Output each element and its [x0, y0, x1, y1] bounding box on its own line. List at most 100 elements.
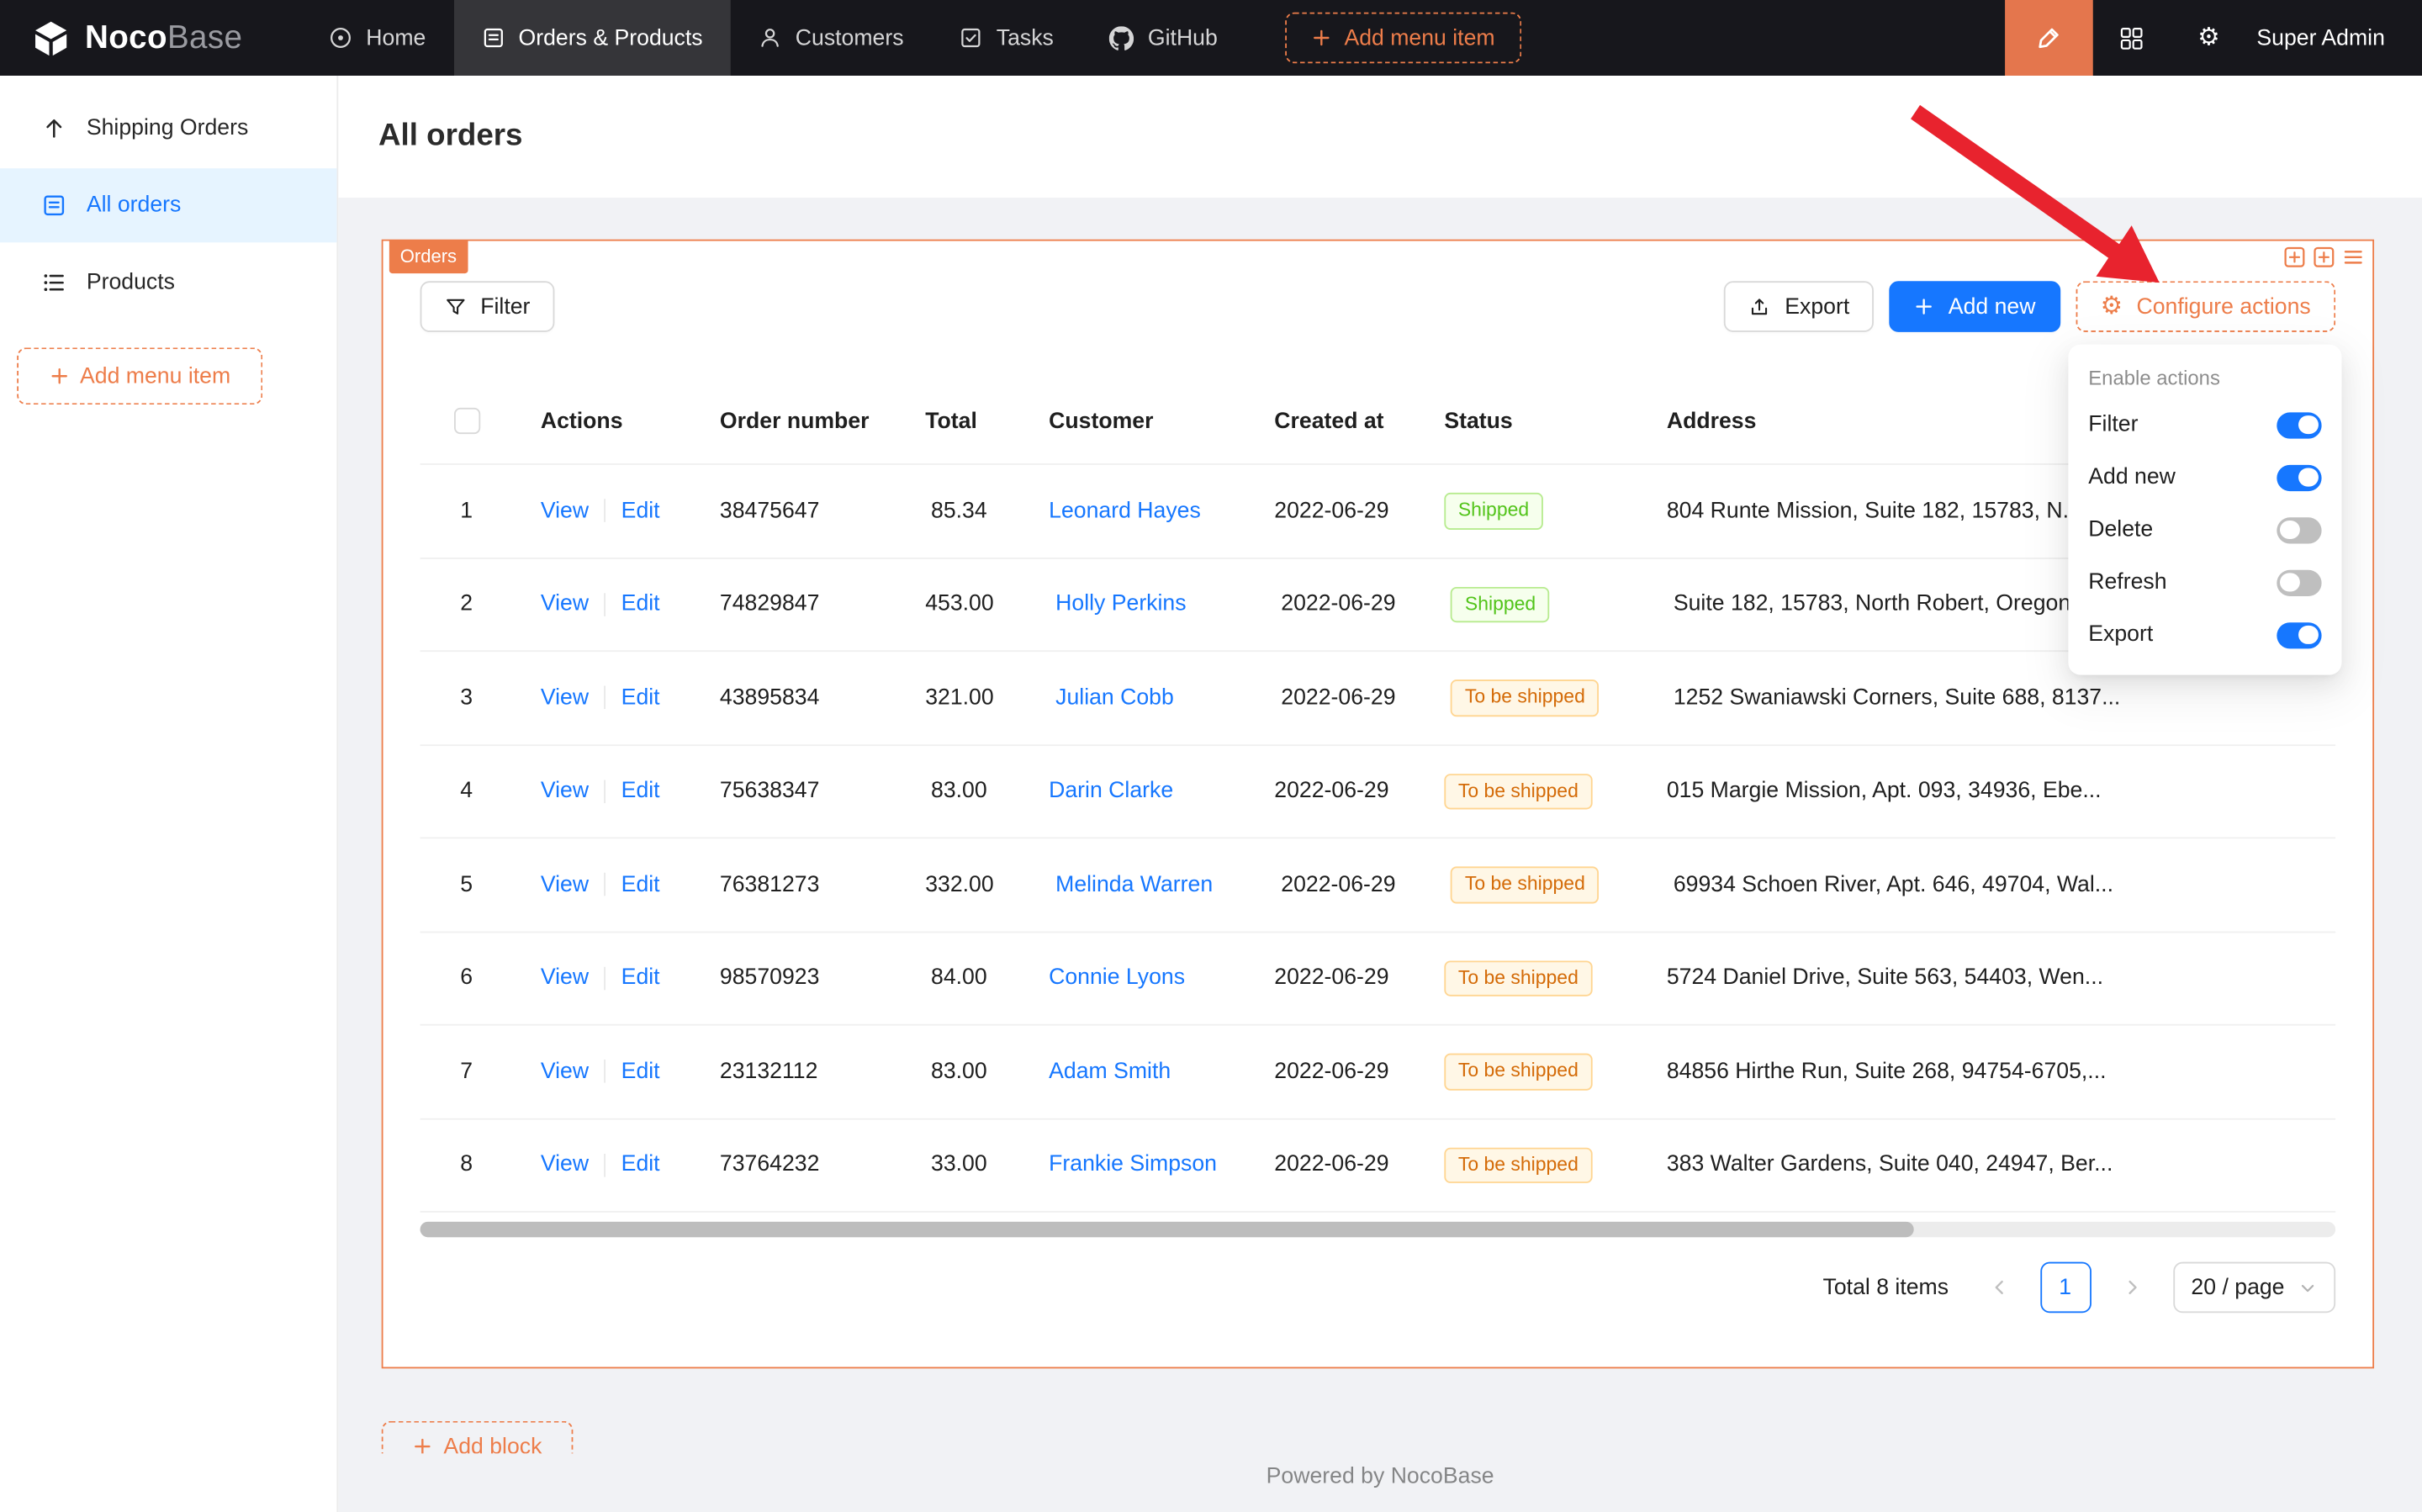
customer-link[interactable]: Frankie Simpson [1049, 1153, 1217, 1177]
table-row: 8ViewEdit7376423233.00Frankie Simpson202… [420, 1119, 2336, 1213]
nav-item-github[interactable]: GitHub [1081, 0, 1245, 76]
toggle-export[interactable] [2277, 621, 2321, 648]
configure-actions-button[interactable]: ⚙ Configure actions [2076, 281, 2335, 332]
dropdown-title: Enable actions [2068, 355, 2341, 398]
view-link[interactable]: View [541, 872, 589, 896]
customer-link[interactable]: Holly Perkins [1055, 592, 1186, 616]
sidebar-item-products[interactable]: Products [0, 246, 336, 320]
customer-link[interactable]: Connie Lyons [1049, 965, 1185, 990]
orders-icon [481, 26, 505, 50]
enable-action-row-add-new: Add new [2068, 451, 2341, 503]
prev-page-button[interactable] [1973, 1262, 2024, 1314]
cell-order-number: 38475647 [720, 499, 925, 523]
cell-customer: Connie Lyons [1049, 965, 1274, 990]
gear-icon: ⚙ [2197, 24, 2219, 50]
customer-link[interactable]: Darin Clarke [1049, 779, 1173, 803]
enable-action-row-refresh: Refresh [2068, 556, 2341, 608]
view-link[interactable]: View [541, 1060, 589, 1084]
block-designer-icons [2283, 246, 2365, 269]
ui-editor-button[interactable] [2005, 0, 2093, 76]
table-body: 1ViewEdit3847564785.34Leonard Hayes2022-… [420, 465, 2336, 1213]
nav-item-label: Orders & Products [519, 25, 703, 50]
status-badge: To be shipped [1444, 960, 1592, 997]
nocobase-logo-icon [31, 18, 71, 58]
view-link[interactable]: View [541, 499, 589, 523]
nav-item-customers[interactable]: Customers [731, 0, 932, 76]
view-link[interactable]: View [541, 1153, 589, 1177]
col-customer: Customer [1049, 409, 1274, 433]
view-link[interactable]: View [541, 592, 589, 616]
nav-item-home[interactable]: Home [301, 0, 453, 76]
table-row: 7ViewEdit2313211283.00Adam Smith2022-06-… [420, 1026, 2336, 1119]
user-menu[interactable]: Super Admin [2247, 0, 2422, 76]
cell-status: Shipped [1451, 586, 1673, 622]
brand-light: Base [167, 19, 242, 55]
sidebar-item-shipping-orders[interactable]: Shipping Orders [0, 91, 336, 165]
sidebar-item-all-orders[interactable]: All orders [0, 168, 336, 242]
edit-link[interactable]: Edit [621, 499, 660, 523]
cell-address: 015 Margie Mission, Apt. 093, 34936, Ebe… [1667, 779, 2335, 803]
customer-link[interactable]: Leonard Hayes [1049, 499, 1201, 523]
edit-link[interactable]: Edit [621, 779, 660, 803]
page-size-value: 20 / page [2191, 1275, 2284, 1299]
next-page-button[interactable] [2106, 1262, 2157, 1314]
edit-link[interactable]: Edit [621, 965, 660, 990]
toggle-add-new[interactable] [2277, 464, 2321, 490]
cell-customer: Darin Clarke [1049, 779, 1274, 803]
app: NocoBase HomeOrders & ProductsCustomersT… [0, 0, 2422, 1512]
add-menu-item-button-sidebar[interactable]: Add menu item [17, 347, 262, 404]
edit-link[interactable]: Edit [621, 872, 660, 896]
select-all-checkbox[interactable] [453, 408, 479, 434]
add-menu-item-button-top[interactable]: Add menu item [1286, 13, 1521, 64]
view-link[interactable]: View [541, 965, 589, 990]
chevron-left-icon [1989, 1277, 2009, 1298]
edit-link[interactable]: Edit [621, 592, 660, 616]
cell-order-number: 98570923 [720, 965, 925, 990]
add-action-icon[interactable] [2313, 246, 2336, 269]
edit-link[interactable]: Edit [621, 685, 660, 710]
customer-link[interactable]: Melinda Warren [1055, 872, 1213, 896]
scrollbar-thumb[interactable] [420, 1222, 1914, 1237]
brand-text: NocoBase [85, 19, 242, 56]
add-menu-item-label: Add menu item [80, 364, 230, 389]
settings-button[interactable]: ⚙ [2171, 0, 2248, 76]
add-new-button[interactable]: Add new [1890, 281, 2060, 332]
cell-address: 5724 Daniel Drive, Suite 563, 54403, Wen… [1667, 965, 2335, 990]
toolbar-right: Export Add new ⚙ Configure actions [1725, 281, 2336, 332]
action-divider [604, 686, 606, 710]
customer-link[interactable]: Adam Smith [1049, 1060, 1171, 1084]
enable-action-label: Delete [2088, 517, 2153, 542]
view-link[interactable]: View [541, 779, 589, 803]
toggle-filter[interactable] [2277, 411, 2321, 437]
cell-actions: View Edit [513, 1153, 720, 1177]
block-menu-icon[interactable] [2341, 246, 2365, 269]
page-size-select[interactable]: 20 / page [2172, 1262, 2335, 1314]
nav-item-orders-products[interactable]: Orders & Products [453, 0, 730, 76]
row-index: 2 [420, 592, 513, 616]
filter-button[interactable]: Filter [420, 281, 555, 332]
customer-link[interactable]: Julian Cobb [1055, 685, 1174, 710]
view-link[interactable]: View [541, 685, 589, 710]
plugins-button[interactable] [2093, 0, 2171, 76]
brand[interactable]: NocoBase [0, 0, 301, 76]
action-divider [604, 1154, 606, 1177]
add-column-icon[interactable] [2283, 246, 2307, 269]
edit-link[interactable]: Edit [621, 1060, 660, 1084]
cell-actions: View Edit [513, 499, 720, 523]
export-button[interactable]: Export [1725, 281, 1875, 332]
cell-status: To be shipped [1451, 679, 1673, 716]
nav-item-tasks[interactable]: Tasks [932, 0, 1081, 76]
add-block-button[interactable]: Add block [382, 1421, 574, 1454]
cell-created-at: 2022-06-29 [1274, 965, 1444, 990]
cell-customer: Melinda Warren [1055, 872, 1281, 896]
chevron-down-icon [2298, 1278, 2317, 1297]
table-toolbar: Filter Export Add new ⚙ Con [383, 241, 2373, 332]
cell-address: 383 Walter Gardens, Suite 040, 24947, Be… [1667, 1153, 2335, 1177]
nav-item-label: Home [366, 25, 426, 50]
cell-order-number: 73764232 [720, 1153, 925, 1177]
page-number-button[interactable]: 1 [2039, 1262, 2091, 1314]
edit-link[interactable]: Edit [621, 1153, 660, 1177]
toggle-refresh[interactable] [2277, 569, 2321, 595]
toggle-delete[interactable] [2277, 516, 2321, 542]
status-badge: Shipped [1444, 493, 1542, 529]
